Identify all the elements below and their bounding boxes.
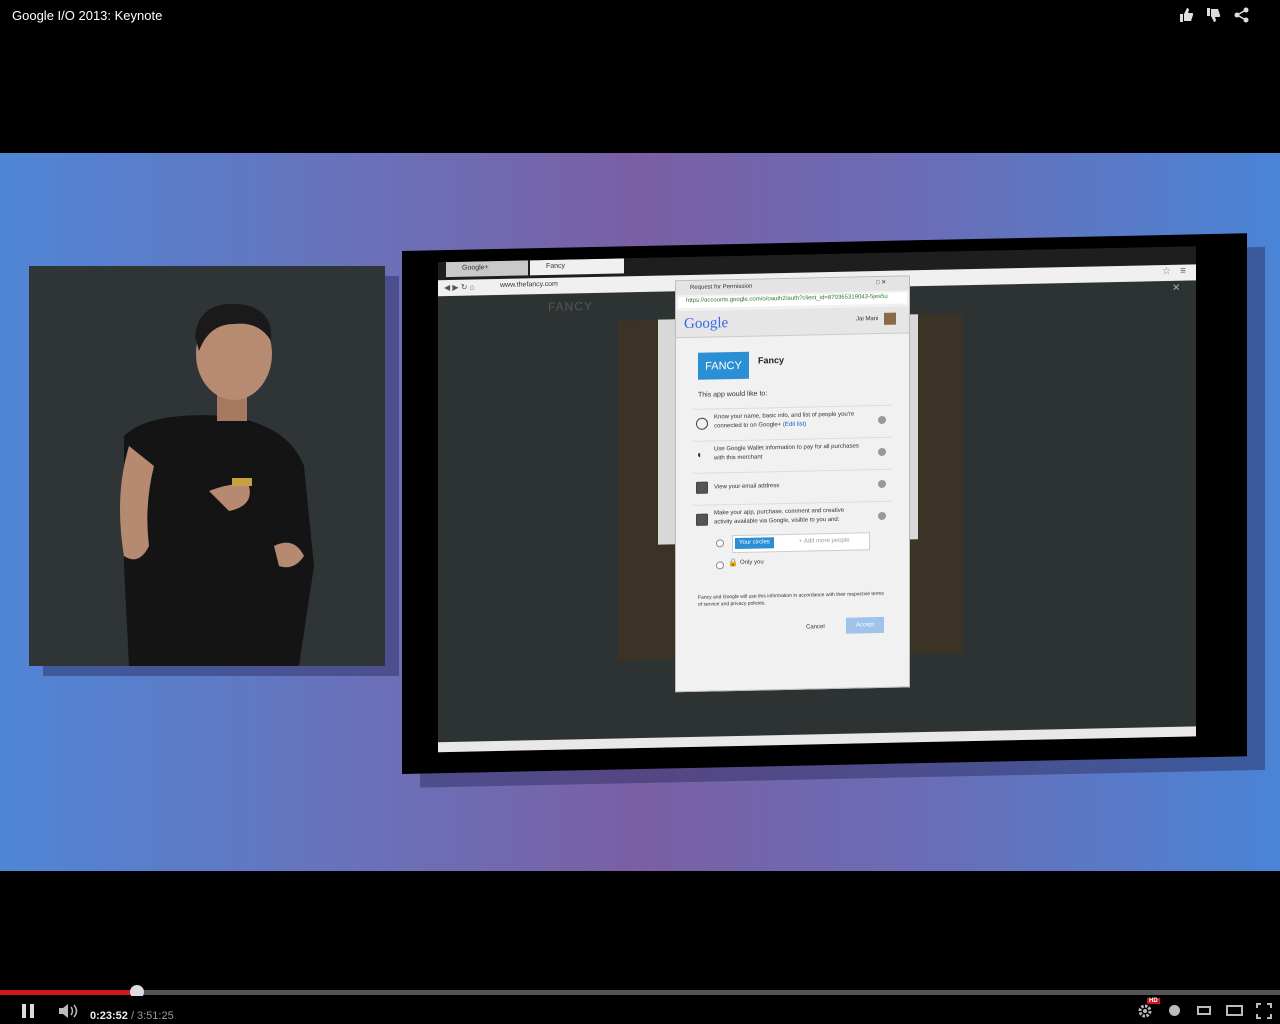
video-frame[interactable]: Google+ Fancy ◀ ▶ ↻ ⌂ www.thefancy.com ☆… xyxy=(0,153,1280,871)
total-time: 3:51:25 xyxy=(137,1010,174,1022)
account-name[interactable]: Jai Mani xyxy=(856,315,878,324)
small-player-icon[interactable] xyxy=(1197,1006,1211,1015)
info-icon[interactable] xyxy=(878,511,886,521)
tab-fancy[interactable]: Fancy xyxy=(530,258,624,276)
like-icon[interactable] xyxy=(1177,6,1195,24)
google-g-icon xyxy=(696,481,708,494)
dislike-icon[interactable] xyxy=(1204,6,1222,24)
permission-row: Know your name, basic info, and list of … xyxy=(692,404,892,440)
player-controls xyxy=(0,996,1280,1024)
info-icon[interactable] xyxy=(878,479,886,489)
current-time: 0:23:52 xyxy=(90,1010,128,1022)
intro-text: This app would like to: xyxy=(698,390,768,399)
cancel-button[interactable]: Cancel xyxy=(806,623,825,632)
google-logo: Google xyxy=(684,315,729,333)
fullscreen-icon[interactable] xyxy=(1256,1003,1272,1024)
your-circles-chip[interactable]: Your circles xyxy=(735,537,774,550)
fancy-app-logo: FANCY xyxy=(698,351,749,380)
info-icon[interactable] xyxy=(878,447,886,457)
terms-footer: Fancy and Google will use this informati… xyxy=(698,590,884,608)
progress-track[interactable] xyxy=(0,990,1280,995)
permission-dialog: Request for Permission □ ✕ https://accou… xyxy=(675,275,910,693)
progress-played xyxy=(0,990,137,995)
fancy-site-logo: FANCY xyxy=(548,298,594,314)
app-name[interactable]: Fancy xyxy=(758,355,784,366)
permission-row: View your email address xyxy=(692,468,892,504)
add-people-placeholder: + Add more people xyxy=(799,537,850,545)
hd-badge: HD xyxy=(1147,998,1160,1004)
info-icon[interactable] xyxy=(878,415,886,425)
permission-row: Make your app, purchase, comment and cre… xyxy=(692,500,892,586)
permission-row: ◖ Use Google Wallet information to pay f… xyxy=(692,436,892,472)
radio-only-you[interactable] xyxy=(716,561,724,570)
video-title[interactable]: Google I/O 2013: Keynote xyxy=(12,8,162,23)
accept-button[interactable]: Accept xyxy=(846,616,884,634)
menu-icon[interactable]: ≡ xyxy=(1180,266,1186,277)
only-you-label: Only you xyxy=(740,559,764,566)
time-separator: / xyxy=(131,1010,135,1022)
pause-icon[interactable] xyxy=(21,1004,35,1023)
close-overlay-icon[interactable]: ✕ xyxy=(1172,283,1180,294)
bookmark-star-icon[interactable]: ☆ xyxy=(1162,266,1171,277)
edit-list-link[interactable]: (Edit list) xyxy=(783,422,806,428)
speaker-video-inset xyxy=(29,266,385,666)
large-player-icon[interactable] xyxy=(1226,1005,1243,1016)
lock-icon: 🔒 xyxy=(728,557,738,568)
projected-screen: Google+ Fancy ◀ ▶ ↻ ⌂ www.thefancy.com ☆… xyxy=(402,233,1247,774)
annotations-icon[interactable] xyxy=(1169,1005,1180,1016)
profile-icon xyxy=(696,417,708,430)
tab-google-plus[interactable]: Google+ xyxy=(446,260,528,278)
settings-icon[interactable] xyxy=(1137,1003,1153,1024)
volume-icon[interactable] xyxy=(58,1003,80,1024)
radio-circles[interactable] xyxy=(716,539,724,548)
google-plus-icon xyxy=(696,513,708,526)
share-icon[interactable] xyxy=(1233,6,1251,24)
wallet-icon: ◖ xyxy=(696,449,703,461)
avatar[interactable] xyxy=(884,312,896,325)
audience-input[interactable]: Your circles + Add more people xyxy=(732,532,870,554)
browser-window: Google+ Fancy ◀ ▶ ↻ ⌂ www.thefancy.com ☆… xyxy=(438,246,1196,753)
